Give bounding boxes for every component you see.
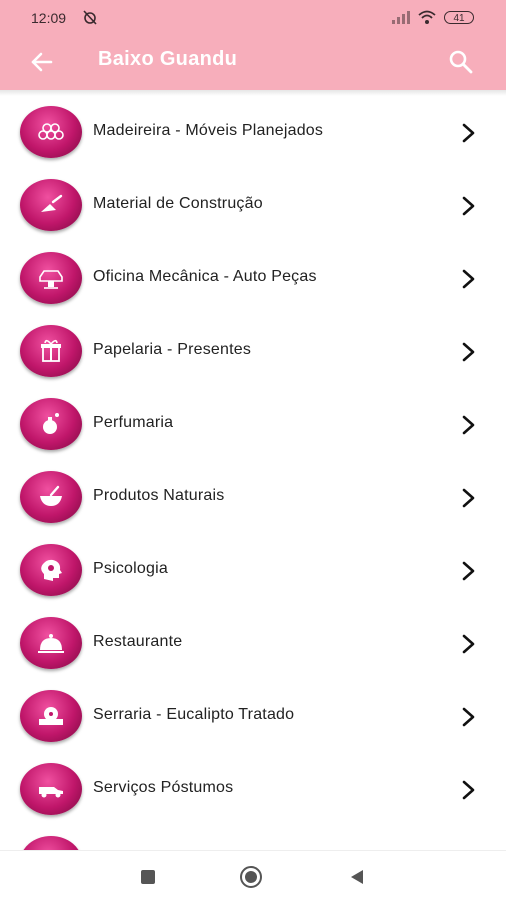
signal-icon: [392, 11, 410, 24]
appbar-shadow: [0, 90, 506, 96]
chevron-right-icon: [462, 634, 475, 654]
list-item[interactable]: Serviços Póstumos: [0, 755, 506, 828]
cloche-icon: [20, 617, 82, 669]
chevron-right-icon: [462, 269, 475, 289]
list-item-label: Madeireira - Móveis Planejados: [93, 122, 324, 139]
category-icon: [20, 836, 82, 850]
chevron-right-icon: [462, 196, 475, 216]
chevron-right-icon: [462, 342, 475, 362]
list-item[interactable]: Psicologia: [0, 536, 506, 609]
perfume-icon: [20, 398, 82, 450]
app-bar: 12:09 41 Baixo Guandu: [0, 0, 506, 90]
toolbar: Baixo Guandu: [0, 36, 506, 90]
category-list: Madeireira - Móveis Planejados Material …: [0, 98, 506, 850]
status-bar: 12:09 41: [0, 0, 506, 36]
list-item[interactable]: Perfumaria: [0, 390, 506, 463]
mortar-pestle-icon: [20, 471, 82, 523]
list-item[interactable]: Produtos Naturais: [0, 463, 506, 536]
list-item-label: Oficina Mecânica - Auto Peças: [93, 268, 317, 285]
list-item[interactable]: Serraria - Eucalipto Tratado: [0, 682, 506, 755]
chevron-right-icon: [462, 561, 475, 581]
list-item-partial[interactable]: [0, 828, 506, 850]
search-icon[interactable]: [447, 48, 475, 76]
car-jack-icon: [20, 252, 82, 304]
recent-apps-button[interactable]: [141, 870, 155, 884]
list-item-label: Produtos Naturais: [93, 487, 225, 504]
alarm-off-icon: [83, 10, 97, 25]
list-item[interactable]: Madeireira - Móveis Planejados: [0, 98, 506, 171]
chevron-right-icon: [462, 780, 475, 800]
home-icon: [245, 871, 257, 883]
chevron-right-icon: [462, 123, 475, 143]
back-arrow-icon[interactable]: [28, 48, 56, 76]
list-item-label: Psicologia: [93, 560, 168, 577]
chevron-right-icon: [462, 488, 475, 508]
chevron-right-icon: [462, 415, 475, 435]
page-title: Baixo Guandu: [98, 48, 238, 70]
list-item-label: Serraria - Eucalipto Tratado: [93, 706, 295, 723]
trowel-icon: [20, 179, 82, 231]
nav-back-button[interactable]: [349, 869, 365, 885]
list-item-label: Serviços Póstumos: [93, 779, 234, 796]
list-item[interactable]: Papelaria - Presentes: [0, 317, 506, 390]
battery-indicator: 41: [444, 11, 474, 24]
hearse-icon: [20, 763, 82, 815]
home-button[interactable]: [240, 866, 262, 888]
system-nav-bar: [0, 850, 506, 901]
list-item[interactable]: Material de Construção: [0, 171, 506, 244]
list-item-label: Papelaria - Presentes: [93, 341, 252, 358]
head-icon: [20, 544, 82, 596]
list-item-label: Perfumaria: [93, 414, 174, 431]
list-item-label: Restaurante: [93, 633, 183, 650]
saw-icon: [20, 690, 82, 742]
list-item[interactable]: Restaurante: [0, 609, 506, 682]
list-item-label: Material de Construção: [93, 195, 263, 212]
wifi-icon: [418, 10, 436, 24]
gift-icon: [20, 325, 82, 377]
list-item[interactable]: Oficina Mecânica - Auto Peças: [0, 244, 506, 317]
status-time: 12:09: [31, 10, 67, 26]
lumber-icon: [20, 106, 82, 158]
chevron-right-icon: [462, 707, 475, 727]
